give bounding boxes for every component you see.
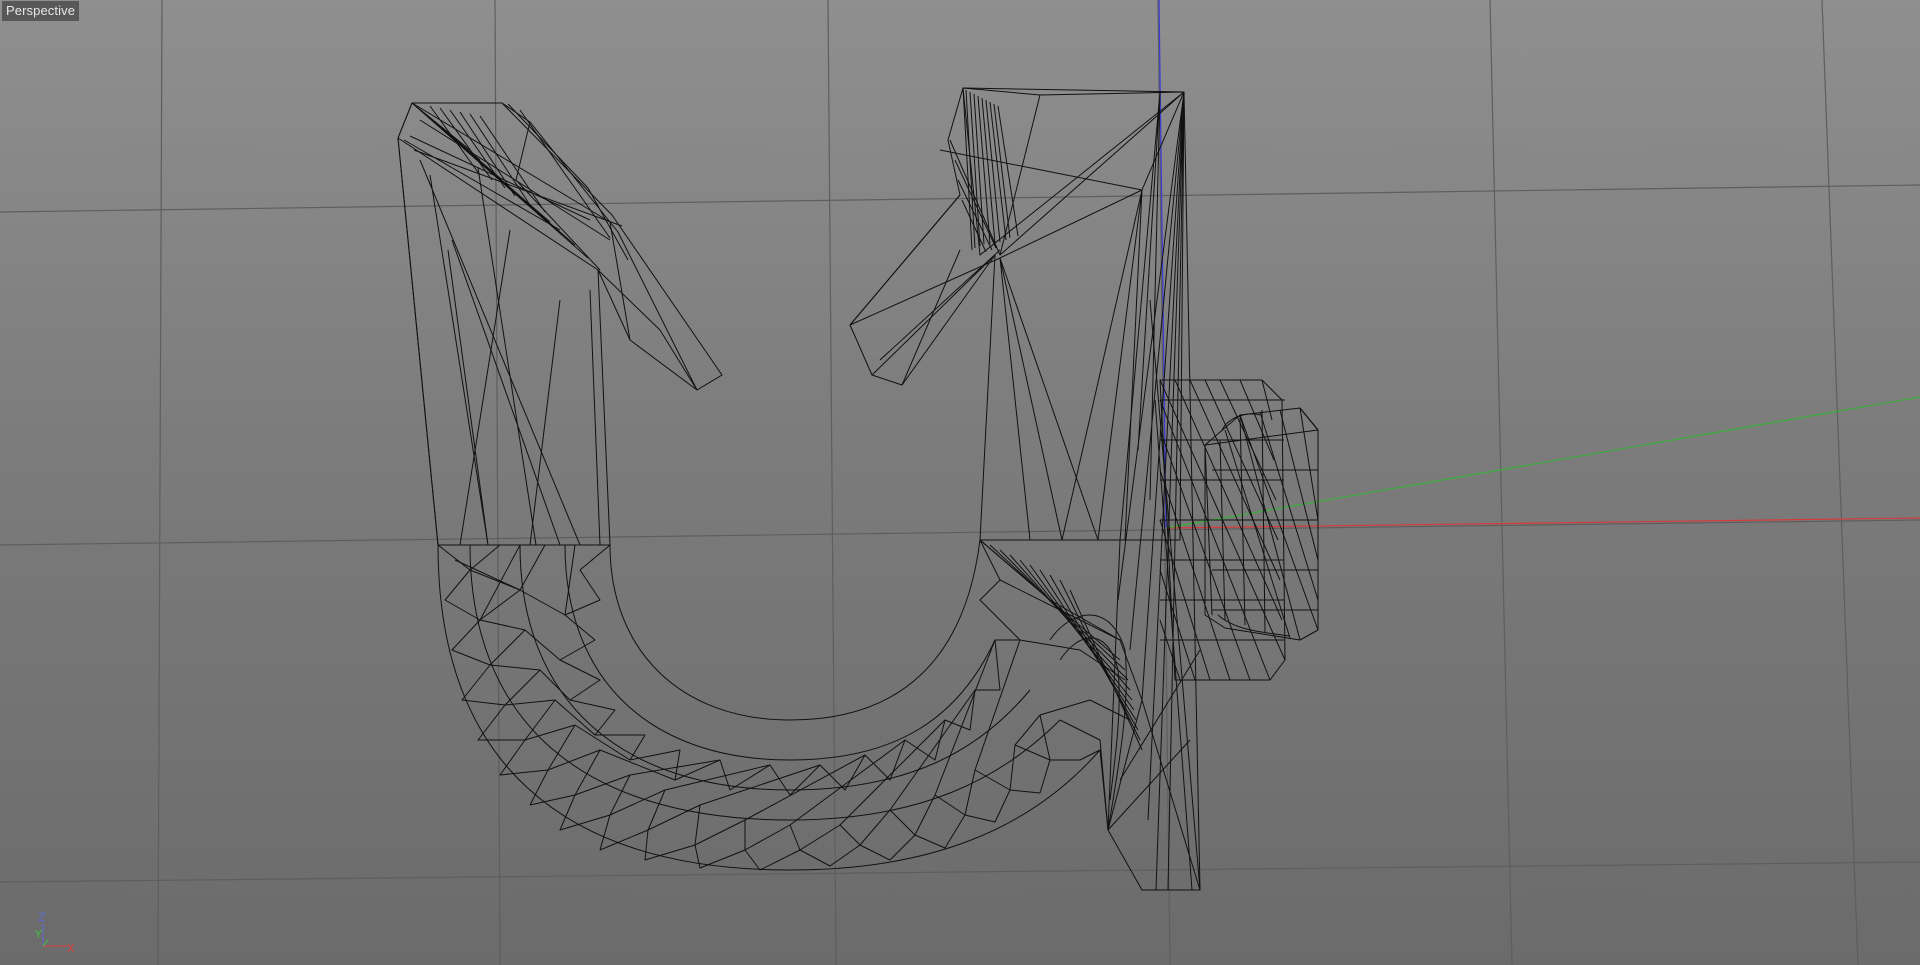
axis-orientation-gizmo: Z Y X bbox=[30, 912, 80, 960]
world-axes bbox=[1158, 0, 1920, 529]
perspective-viewport[interactable]: Perspective Z Y X bbox=[0, 0, 1920, 965]
wireframe-hook-model[interactable] bbox=[397, 87, 1319, 891]
gizmo-x-label: X bbox=[67, 942, 75, 955]
viewport-scene[interactable] bbox=[0, 0, 1920, 965]
gizmo-y-label: Y bbox=[35, 928, 42, 941]
grid-lines bbox=[0, 0, 1920, 965]
gizmo-z-label: Z bbox=[38, 911, 46, 924]
world-y-axis bbox=[1165, 396, 1920, 529]
viewport-label[interactable]: Perspective bbox=[2, 1, 80, 21]
